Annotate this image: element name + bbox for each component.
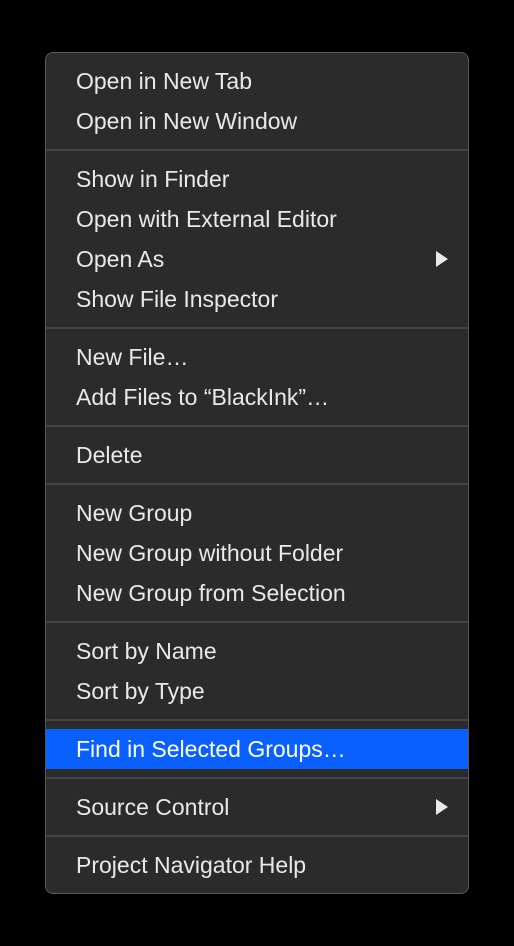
menu-item-label: Open As: [76, 243, 164, 275]
menu-item-label: Source Control: [76, 791, 229, 823]
menu-group: Source Control: [46, 785, 468, 829]
menu-item-label: Open in New Tab: [76, 65, 252, 97]
menu-item-open-as[interactable]: Open As: [46, 239, 468, 279]
context-menu: Open in New Tab Open in New Window Show …: [45, 52, 469, 894]
menu-group: New File… Add Files to “BlackInk”…: [46, 335, 468, 419]
menu-separator: [46, 327, 468, 329]
menu-item-label: Find in Selected Groups…: [76, 733, 346, 765]
menu-item-open-in-new-tab[interactable]: Open in New Tab: [46, 61, 468, 101]
menu-item-label: New Group without Folder: [76, 537, 343, 569]
menu-item-label: Sort by Type: [76, 675, 205, 707]
menu-separator: [46, 149, 468, 151]
menu-item-open-in-new-window[interactable]: Open in New Window: [46, 101, 468, 141]
menu-item-label: New File…: [76, 341, 188, 373]
menu-group: Project Navigator Help: [46, 843, 468, 887]
menu-item-label: New Group from Selection: [76, 577, 346, 609]
menu-item-label: Project Navigator Help: [76, 849, 306, 881]
menu-item-sort-by-name[interactable]: Sort by Name: [46, 631, 468, 671]
menu-item-show-file-inspector[interactable]: Show File Inspector: [46, 279, 468, 319]
menu-item-find-in-selected-groups[interactable]: Find in Selected Groups…: [46, 729, 468, 769]
menu-group: Find in Selected Groups…: [46, 727, 468, 771]
menu-separator: [46, 621, 468, 623]
menu-item-label: Show in Finder: [76, 163, 229, 195]
menu-item-delete[interactable]: Delete: [46, 435, 468, 475]
menu-item-sort-by-type[interactable]: Sort by Type: [46, 671, 468, 711]
submenu-arrow-icon: [436, 251, 448, 267]
menu-separator: [46, 777, 468, 779]
menu-group: Sort by Name Sort by Type: [46, 629, 468, 713]
menu-item-new-group-from-selection[interactable]: New Group from Selection: [46, 573, 468, 613]
menu-group: New Group New Group without Folder New G…: [46, 491, 468, 615]
menu-item-open-with-external-editor[interactable]: Open with External Editor: [46, 199, 468, 239]
menu-item-show-in-finder[interactable]: Show in Finder: [46, 159, 468, 199]
menu-group: Open in New Tab Open in New Window: [46, 59, 468, 143]
menu-group: Show in Finder Open with External Editor…: [46, 157, 468, 321]
menu-item-label: Show File Inspector: [76, 283, 278, 315]
menu-item-label: Delete: [76, 439, 142, 471]
menu-separator: [46, 835, 468, 837]
menu-item-new-group-without-folder[interactable]: New Group without Folder: [46, 533, 468, 573]
menu-item-project-navigator-help[interactable]: Project Navigator Help: [46, 845, 468, 885]
menu-item-add-files-to[interactable]: Add Files to “BlackInk”…: [46, 377, 468, 417]
menu-item-label: New Group: [76, 497, 192, 529]
submenu-arrow-icon: [436, 799, 448, 815]
menu-separator: [46, 719, 468, 721]
menu-item-new-group[interactable]: New Group: [46, 493, 468, 533]
menu-separator: [46, 425, 468, 427]
menu-item-label: Add Files to “BlackInk”…: [76, 381, 329, 413]
menu-item-label: Open in New Window: [76, 105, 297, 137]
menu-item-new-file[interactable]: New File…: [46, 337, 468, 377]
menu-item-label: Open with External Editor: [76, 203, 337, 235]
menu-item-label: Sort by Name: [76, 635, 217, 667]
menu-separator: [46, 483, 468, 485]
menu-item-source-control[interactable]: Source Control: [46, 787, 468, 827]
menu-group: Delete: [46, 433, 468, 477]
